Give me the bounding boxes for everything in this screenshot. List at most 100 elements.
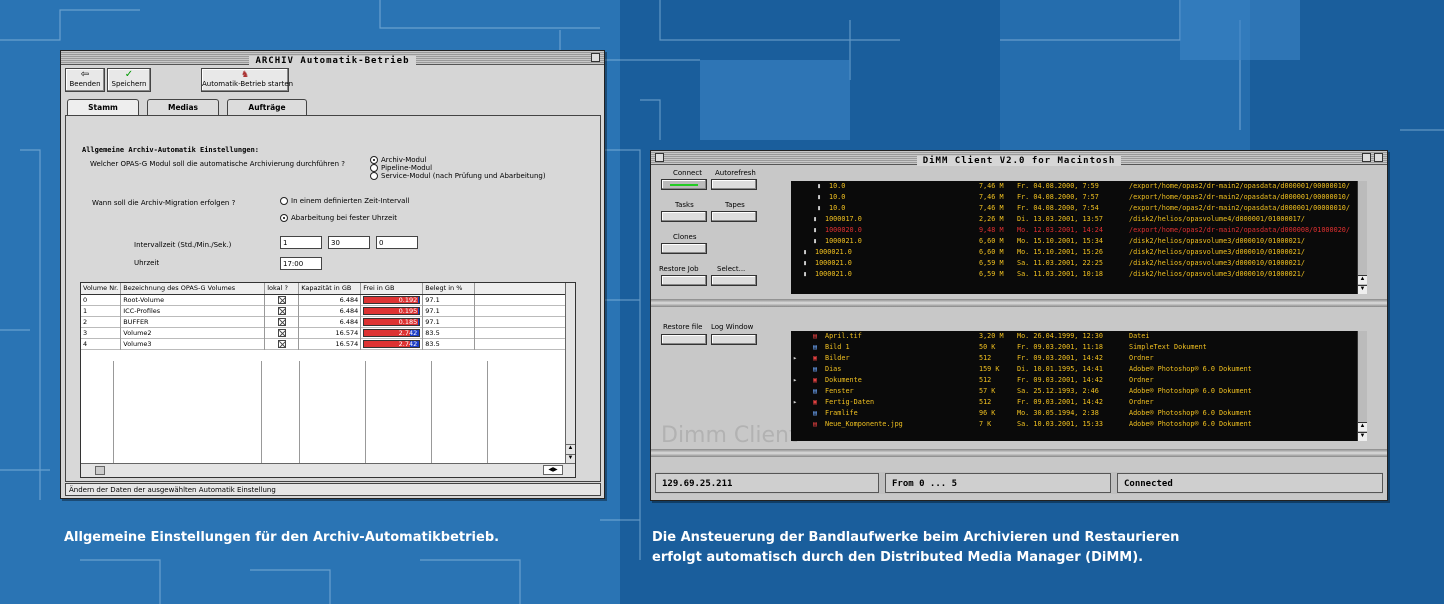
speichern-button[interactable]: ✓ Speichern — [107, 68, 151, 92]
intervall-sek-input[interactable]: 0 — [376, 236, 418, 249]
tape-row[interactable]: ▮ 10.0 7,46 M Fr. 04.08.2000, 7:54/export/h… — [791, 203, 1357, 214]
close-box[interactable] — [655, 153, 664, 162]
volume-free-cell: 2.742 — [360, 338, 424, 349]
table-vertical-scrollbar[interactable]: ▲ ▼ — [565, 283, 575, 463]
file-row[interactable]: ▸ ▣ Fertig-Daten 512 Fr. 09.03.2001, 14:42 Or… — [791, 397, 1357, 408]
col-kapazitaet[interactable]: Kapazität in GB — [298, 283, 362, 295]
file-row[interactable]: ▤ Framlife 96 K Mo. 30.05.1994, 2:38 Adobe® … — [791, 408, 1357, 419]
file-row[interactable]: ▤ April.tif 3,20 M Mo. 26.04.1999, 12:30 Dat… — [791, 331, 1357, 342]
table-row[interactable]: 1 ICC-Profiles 6.484 0.195 97.1 — [81, 305, 575, 316]
radio-feste-uhrzeit[interactable]: Abarbeitung bei fester Uhrzeit — [280, 214, 397, 222]
lokal-checkbox[interactable] — [264, 294, 300, 305]
table-row[interactable]: 4 Volume3 16.574 2.742 83.5 — [81, 338, 575, 349]
intervall-std-input[interactable]: 1 — [280, 236, 322, 249]
file-row[interactable]: ▤ Dias 159 K Di. 10.01.1995, 14:41 Adobe® Ph… — [791, 364, 1357, 375]
tape-size: 6,60 M — [979, 237, 1004, 245]
intervall-min-input[interactable]: 30 — [328, 236, 370, 249]
scroll-arrows-icon[interactable]: ◀▶ — [543, 465, 563, 475]
file-name: Bilder — [825, 354, 850, 362]
tape-row[interactable]: ▮ 1000021.0 6,59 M Sa. 11.03.2001, 10:18/di… — [791, 269, 1357, 280]
lokal-checkbox[interactable] — [264, 316, 300, 327]
archiv-title-bar[interactable]: ARCHIV Automatik-Betrieb — [61, 51, 604, 66]
radio-intervall[interactable]: In einem definierten Zeit-Intervall — [280, 197, 409, 205]
tape-row[interactable]: ▮ 1000017.0 2,26 M Di. 13.03.2001, 13:57/di… — [791, 214, 1357, 225]
col-bezeichnung[interactable]: Bezeichnung des OPAS-G Volumes — [120, 283, 266, 295]
clones-button[interactable] — [661, 243, 707, 254]
tab-stamm[interactable]: Stamm — [67, 99, 139, 115]
x-checkbox-icon — [277, 317, 286, 326]
radio-service-modul[interactable]: Service-Modul (nach Prüfung und Abarbeit… — [370, 172, 546, 180]
tape-icon: ▮ — [813, 237, 818, 245]
tab-medias[interactable]: Medias — [147, 99, 219, 115]
col-volume-nr[interactable]: Volume Nr. — [81, 283, 122, 295]
tab-auftraege[interactable]: Aufträge — [227, 99, 307, 115]
scroll-up-arrow-icon[interactable]: ▲ — [1358, 422, 1367, 431]
lokal-checkbox[interactable] — [264, 338, 300, 349]
expand-triangle-icon[interactable]: ▸ — [793, 375, 797, 386]
table-row[interactable]: 2 BUFFER 6.484 0.185 97.1 — [81, 316, 575, 327]
file-row[interactable]: ▤ Bild 1 50 K Fr. 09.03.2001, 11:18 SimpleTe… — [791, 342, 1357, 353]
tasks-button[interactable] — [661, 211, 707, 222]
lokal-checkbox[interactable] — [264, 305, 300, 316]
tape-id: 1000021.0 — [815, 248, 852, 256]
lokal-checkbox[interactable] — [264, 327, 300, 338]
filler-cell — [474, 305, 575, 316]
col-lokal[interactable]: lokal ? — [264, 283, 300, 295]
zoom-box[interactable] — [1362, 153, 1371, 162]
scroll-up-arrow-icon[interactable]: ▲ — [566, 444, 575, 453]
file-date: Fr. 09.03.2001, 14:42 — [1017, 376, 1103, 384]
volume-name: Volume3 — [120, 338, 266, 349]
col-frei[interactable]: Frei in GB — [360, 283, 424, 295]
restore-job-button[interactable] — [661, 275, 707, 286]
scroll-down-arrow-icon[interactable]: ▼ — [566, 454, 575, 463]
expand-triangle-icon[interactable]: ▸ — [793, 353, 797, 364]
col-belegt[interactable]: Belegt in % — [422, 283, 476, 295]
connect-button[interactable] — [661, 179, 707, 190]
radio-archiv-modul[interactable]: Archiv-Modul — [370, 156, 546, 164]
file-size: 7 K — [979, 420, 992, 428]
scroll-thumb[interactable] — [95, 466, 105, 475]
table-horizontal-scrollbar[interactable]: ◀▶ — [81, 463, 575, 477]
tape-row[interactable]: ▮ 1000020.0 9,48 M Mo. 12.03.2001, 14:24/ex… — [791, 225, 1357, 236]
select-button[interactable] — [711, 275, 757, 286]
table-row[interactable]: 3 Volume2 16.574 2.742 83.5 — [81, 327, 575, 338]
tape-list-scrollbar[interactable]: ▲ ▼ — [1357, 181, 1367, 294]
file-row[interactable]: ▤ Fenster 57 K Sa. 25.12.1993, 2:46 Adobe® P… — [791, 386, 1357, 397]
expand-triangle-icon[interactable]: ▸ — [793, 397, 797, 408]
tape-size: 9,48 M — [979, 226, 1004, 234]
splitter-bottom — [651, 449, 1387, 457]
file-kind: Adobe® Photoshop® 6.0 Dokument — [1129, 387, 1252, 395]
tapes-button[interactable] — [711, 211, 757, 222]
file-row[interactable]: ▸ ▣ Bilder 512 Fr. 09.03.2001, 14:42 Ordner — [791, 353, 1357, 364]
x-checkbox-icon — [277, 328, 286, 337]
tape-row[interactable]: ▮ 10.0 7,46 M Fr. 04.08.2000, 7:59/export/h… — [791, 181, 1357, 192]
tape-row[interactable]: ▮ 10.0 7,46 M Fr. 04.08.2000, 7:57/export/h… — [791, 192, 1357, 203]
speichern-label: Speichern — [111, 80, 147, 88]
tape-path: /disk2/helios/opasvolume3/d000010/010000… — [1129, 237, 1305, 245]
zoom-box[interactable] — [591, 53, 600, 62]
splitter[interactable] — [651, 299, 1387, 307]
scroll-down-arrow-icon[interactable]: ▼ — [1358, 432, 1367, 441]
log-window-button[interactable] — [711, 334, 757, 345]
tape-row[interactable]: ▮ 1000021.0 6,60 M Mo. 15.10.2001, 15:34/di… — [791, 236, 1357, 247]
uhrzeit-input[interactable]: 17:00 — [280, 257, 322, 270]
autorefresh-button[interactable] — [711, 179, 757, 190]
tape-path: /disk2/helios/opasvolume4/d000001/010000… — [1129, 215, 1305, 223]
table-row[interactable]: 0 Root-Volume 6.484 0.192 97.1 — [81, 294, 575, 305]
automatik-start-button[interactable]: ♞ Automatik-Betrieb starten — [201, 68, 293, 92]
tape-row[interactable]: ▮ 1000021.0 6,60 M Mo. 15.10.2001, 15:26/di… — [791, 247, 1357, 258]
file-list-scrollbar[interactable]: ▲ ▼ — [1357, 331, 1367, 441]
dimm-title-bar[interactable]: DiMM Client V2.0 for Macintosh — [651, 151, 1387, 166]
restore-file-button[interactable] — [661, 334, 707, 345]
settings-heading: Allgemeine Archiv-Automatik Einstellunge… — [82, 146, 260, 154]
tape-icon: ▮ — [817, 182, 822, 190]
scroll-up-arrow-icon[interactable]: ▲ — [1358, 275, 1367, 284]
beenden-button[interactable]: ⇦ Beenden — [65, 68, 105, 92]
tape-row[interactable]: ▮ 1000021.0 6,59 M Sa. 11.03.2001, 22:25/di… — [791, 258, 1357, 269]
file-row[interactable]: ▤ Neue_Komponente.jpg 7 K Sa. 10.03.2001, 1… — [791, 419, 1357, 430]
collapse-box[interactable] — [1374, 153, 1383, 162]
x-checkbox-icon — [277, 295, 286, 304]
radio-pipeline-modul[interactable]: Pipeline-Modul — [370, 164, 546, 172]
file-row[interactable]: ▸ ▣ Dokumente 512 Fr. 09.03.2001, 14:42 Ordne… — [791, 375, 1357, 386]
scroll-down-arrow-icon[interactable]: ▼ — [1358, 285, 1367, 294]
